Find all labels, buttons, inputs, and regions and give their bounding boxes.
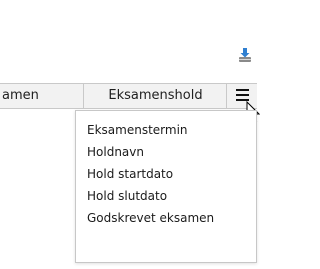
menu-item-holdnavn[interactable]: Holdnavn xyxy=(87,142,144,162)
menu-item-hold-startdato[interactable]: Hold startdato xyxy=(87,164,173,184)
column-header-eksamen[interactable]: amen xyxy=(0,84,84,108)
column-chooser-menu: Eksamenstermin Holdnavn Hold startdato H… xyxy=(75,110,257,263)
grid-page: amen Eksamenshold Eksamenstermin Holdnav… xyxy=(0,0,260,269)
download-icon[interactable] xyxy=(238,47,252,63)
menu-item-hold-slutdato[interactable]: Hold slutdato xyxy=(87,186,167,206)
menu-item-eksamenstermin[interactable]: Eksamenstermin xyxy=(87,120,188,140)
menu-item-godskrevet-eksamen[interactable]: Godskrevet eksamen xyxy=(87,208,214,228)
table-header: amen Eksamenshold xyxy=(0,83,257,109)
column-header-eksamenshold[interactable]: Eksamenshold xyxy=(85,84,227,108)
